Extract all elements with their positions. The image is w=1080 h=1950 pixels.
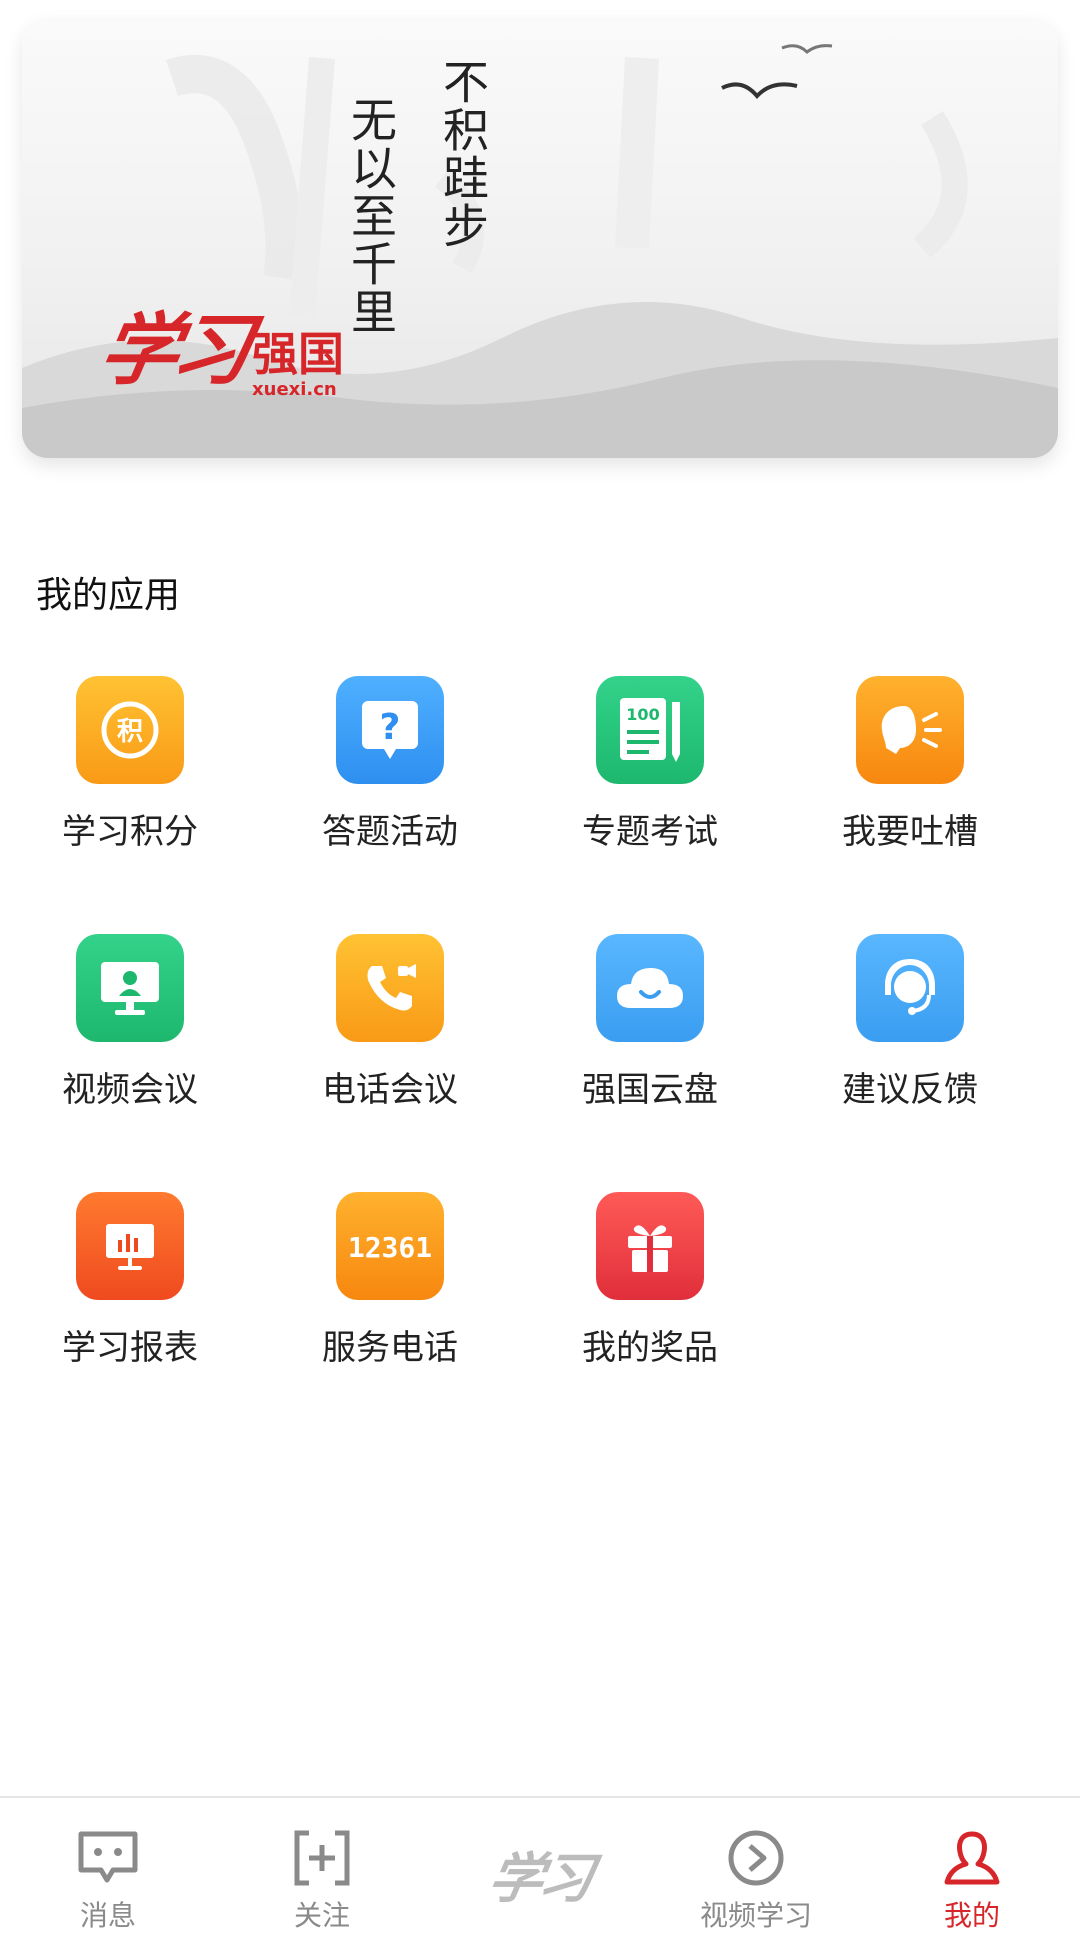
report-icon xyxy=(76,1192,184,1300)
logo-brand: 强国 xyxy=(252,327,345,381)
xuexi-logo: 学习 强国 xuexi.cn xyxy=(93,288,345,400)
question-icon: ? xyxy=(336,676,444,784)
feedback-icon xyxy=(856,934,964,1042)
app-label: 学习报表 xyxy=(62,1328,198,1368)
svg-text:100: 100 xyxy=(626,705,659,724)
nav-item-follow[interactable]: 关注 xyxy=(222,1826,422,1934)
bottom-nav: 消息 关注 学习 视频学习 我的 xyxy=(0,1796,1080,1950)
poem-text: 无以至千里 不积跬步 xyxy=(338,58,958,336)
nav-item-xuexi[interactable]: 学习 xyxy=(440,1834,640,1913)
app-complaint[interactable]: 我要吐槽 xyxy=(780,676,1040,853)
poem-line-1: 不积跬步 xyxy=(436,58,490,250)
follow-icon xyxy=(290,1826,354,1890)
app-label: 建议反馈 xyxy=(842,1070,978,1110)
logo-script: 学习 xyxy=(92,305,253,396)
app-topic-exam[interactable]: 100 专题考试 xyxy=(520,676,780,853)
app-service-hotline[interactable]: 12361 服务电话 xyxy=(260,1192,520,1369)
svg-text:?: ? xyxy=(380,707,401,748)
nav-item-mine[interactable]: 我的 xyxy=(872,1826,1072,1934)
video-play-icon xyxy=(724,1826,788,1890)
xuexi-logo-icon: 学习 xyxy=(483,1846,595,1910)
nav-item-messages[interactable]: 消息 xyxy=(8,1826,208,1934)
cloud-icon xyxy=(596,934,704,1042)
video-meeting-icon xyxy=(76,934,184,1042)
message-icon xyxy=(76,1826,140,1890)
hotline-icon: 12361 xyxy=(336,1192,444,1300)
nav-label: 关注 xyxy=(293,1899,350,1932)
app-video-meeting[interactable]: 视频会议 xyxy=(0,934,260,1111)
svg-text:12361: 12361 xyxy=(348,1231,432,1264)
app-study-report[interactable]: 学习报表 xyxy=(0,1192,260,1369)
app-label: 学习积分 xyxy=(62,812,198,852)
app-label: 专题考试 xyxy=(582,812,718,852)
app-label: 答题活动 xyxy=(322,812,458,852)
gift-icon xyxy=(596,1192,704,1300)
hero-banner[interactable]: 无以至千里 不积跬步 学习 强国 xuexi.cn xyxy=(22,18,1058,458)
nav-item-video-study[interactable]: 视频学习 xyxy=(656,1826,856,1934)
profile-icon xyxy=(940,1826,1004,1890)
poem-line-2: 无以至千里 xyxy=(344,96,398,336)
app-feedback[interactable]: 建议反馈 xyxy=(780,934,1040,1111)
app-label: 我的奖品 xyxy=(582,1328,718,1368)
app-my-prizes[interactable]: 我的奖品 xyxy=(520,1192,780,1369)
nav-label: 我的 xyxy=(943,1899,1000,1932)
exam-icon: 100 xyxy=(596,676,704,784)
app-label: 我要吐槽 xyxy=(842,812,978,852)
app-label: 强国云盘 xyxy=(582,1070,718,1110)
app-label: 电话会议 xyxy=(322,1070,458,1110)
logo-domain: xuexi.cn xyxy=(252,379,337,400)
svg-text:积: 积 xyxy=(117,717,143,747)
app-quiz-activity[interactable]: ? 答题活动 xyxy=(260,676,520,853)
app-study-points[interactable]: 积 学习积分 xyxy=(0,676,260,853)
app-label: 视频会议 xyxy=(62,1070,198,1110)
app-cloud-drive[interactable]: 强国云盘 xyxy=(520,934,780,1111)
points-icon: 积 xyxy=(76,676,184,784)
phone-meeting-icon xyxy=(336,934,444,1042)
app-phone-meeting[interactable]: 电话会议 xyxy=(260,934,520,1111)
speak-icon xyxy=(856,676,964,784)
nav-label: 消息 xyxy=(79,1899,136,1932)
nav-label: 视频学习 xyxy=(699,1899,812,1932)
section-title: 我的应用 xyxy=(36,575,181,616)
app-label: 服务电话 xyxy=(322,1328,458,1368)
